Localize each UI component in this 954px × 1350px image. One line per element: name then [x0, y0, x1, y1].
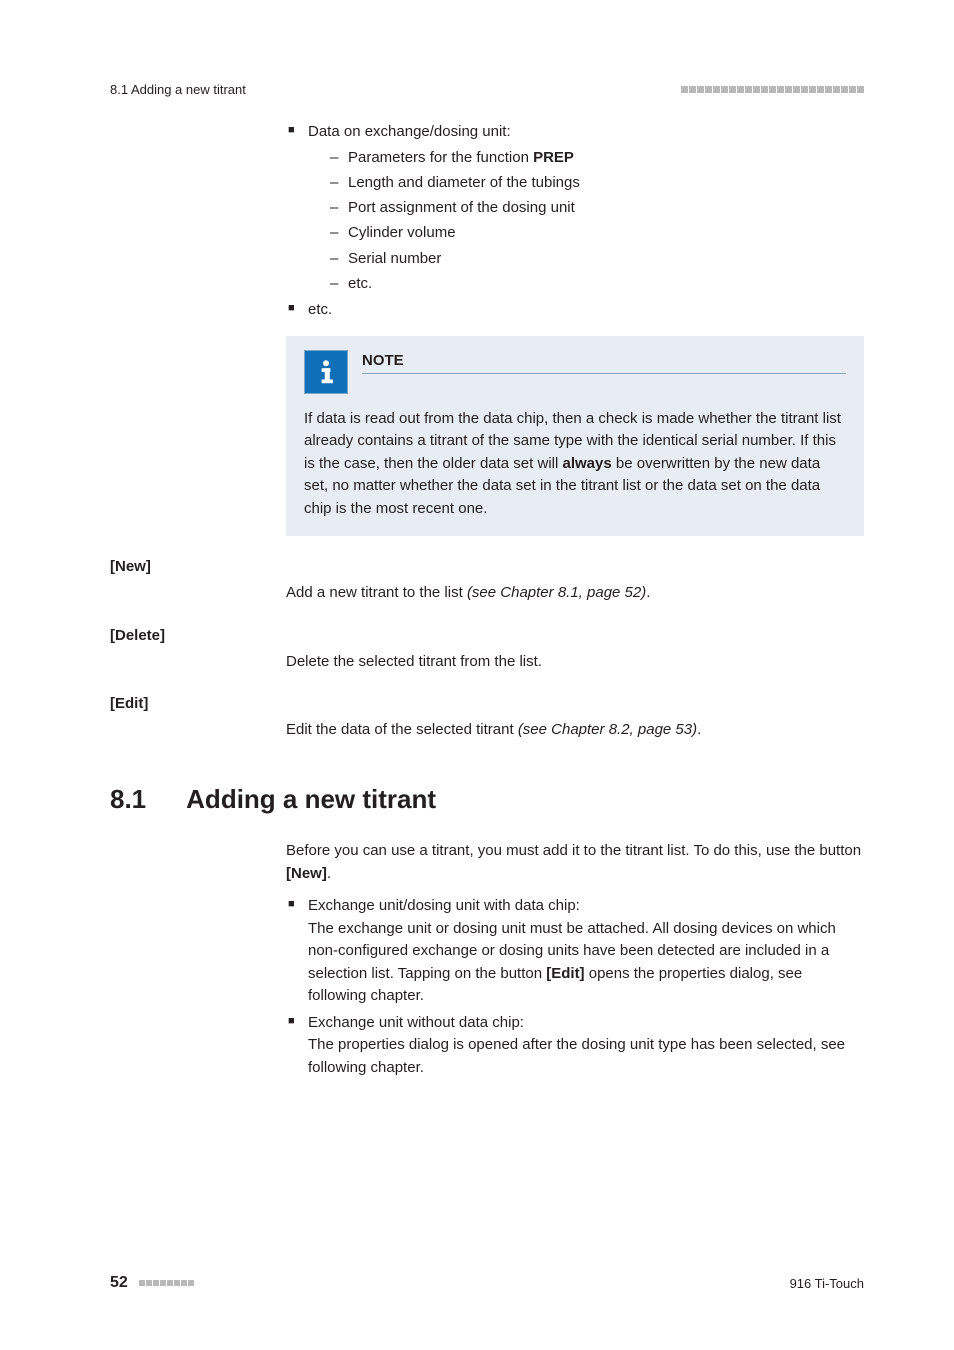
list-item: Data on exchange/dosing unit: Parameters… [308, 121, 864, 295]
sub-list-item: Port assignment of the dosing unit [348, 196, 864, 219]
def-desc: Add a new titrant to the list (see Chapt… [286, 558, 864, 605]
heading-text: Adding a new titrant [186, 784, 436, 815]
list-item-head: Exchange unit without data chip: [308, 1014, 524, 1031]
intro-paragraph: Before you can use a titrant, you must a… [286, 839, 864, 886]
note-title-wrap: NOTE [362, 350, 846, 374]
footer-product: 916 Ti-Touch [790, 1276, 864, 1291]
text-bold: PREP [533, 149, 574, 166]
def-term: [Delete] [110, 627, 286, 674]
data-list: Data on exchange/dosing unit: Parameters… [286, 121, 864, 322]
footer-left: 52 [110, 1274, 194, 1292]
text-bold: always [562, 455, 611, 472]
sub-list-item: Length and diameter of the tubings [348, 171, 864, 194]
sub-list-item: etc. [348, 272, 864, 295]
text: . [697, 721, 701, 738]
note-body: If data is read out from the data chip, … [304, 408, 846, 521]
procedure-list: Exchange unit/dosing unit with data chip… [286, 895, 864, 1079]
decor-squares-icon [680, 86, 864, 93]
def-row-delete: [Delete] Delete the selected titrant fro… [110, 627, 864, 674]
list-item: Exchange unit without data chip: The pro… [308, 1012, 864, 1080]
text-bold: [Edit] [546, 965, 584, 982]
def-desc: Delete the selected titrant from the lis… [286, 627, 864, 674]
text-italic: (see Chapter 8.2, page 53) [518, 721, 697, 738]
sub-list: Parameters for the function PREP Length … [308, 146, 864, 296]
sub-list-item: Serial number [348, 247, 864, 270]
def-term: [Edit] [110, 695, 286, 742]
def-row-new: [New] Add a new titrant to the list (see… [110, 558, 864, 605]
list-item: Exchange unit/dosing unit with data chip… [308, 895, 864, 1008]
text-italic: (see Chapter 8.1, page 52) [467, 584, 646, 601]
text: The properties dialog is opened after th… [308, 1036, 845, 1076]
body-column: Data on exchange/dosing unit: Parameters… [286, 121, 864, 536]
list-item: etc. [308, 299, 864, 322]
text: Before you can use a titrant, you must a… [286, 842, 861, 859]
text: Parameters for the function [348, 149, 533, 166]
note-box: NOTE If data is read out from the data c… [286, 336, 864, 537]
list-item-text: Data on exchange/dosing unit: [308, 123, 511, 140]
text-bold: [New] [286, 865, 327, 882]
info-icon [304, 350, 348, 394]
note-title: NOTE [362, 352, 846, 374]
note-head: NOTE [304, 350, 846, 394]
body-column: Before you can use a titrant, you must a… [286, 839, 864, 1080]
def-row-edit: [Edit] Edit the data of the selected tit… [110, 695, 864, 742]
running-head: 8.1 Adding a new titrant [110, 82, 864, 97]
text: Edit the data of the selected titrant [286, 721, 518, 738]
page-footer: 52 916 Ti-Touch [110, 1274, 864, 1292]
page: 8.1 Adding a new titrant Data on exchang… [0, 0, 954, 1350]
section-heading: 8.1 Adding a new titrant [110, 784, 864, 815]
text: . [646, 584, 650, 601]
list-item-head: Exchange unit/dosing unit with data chip… [308, 897, 580, 914]
decor-squares-icon [138, 1280, 194, 1286]
def-term: [New] [110, 558, 286, 605]
text: Add a new titrant to the list [286, 584, 467, 601]
sub-list-item: Parameters for the function PREP [348, 146, 864, 169]
text: . [327, 865, 331, 882]
running-head-section: 8.1 Adding a new titrant [110, 82, 246, 97]
def-desc: Edit the data of the selected titrant (s… [286, 695, 864, 742]
page-number: 52 [110, 1274, 128, 1292]
heading-number: 8.1 [110, 784, 146, 815]
sub-list-item: Cylinder volume [348, 221, 864, 244]
